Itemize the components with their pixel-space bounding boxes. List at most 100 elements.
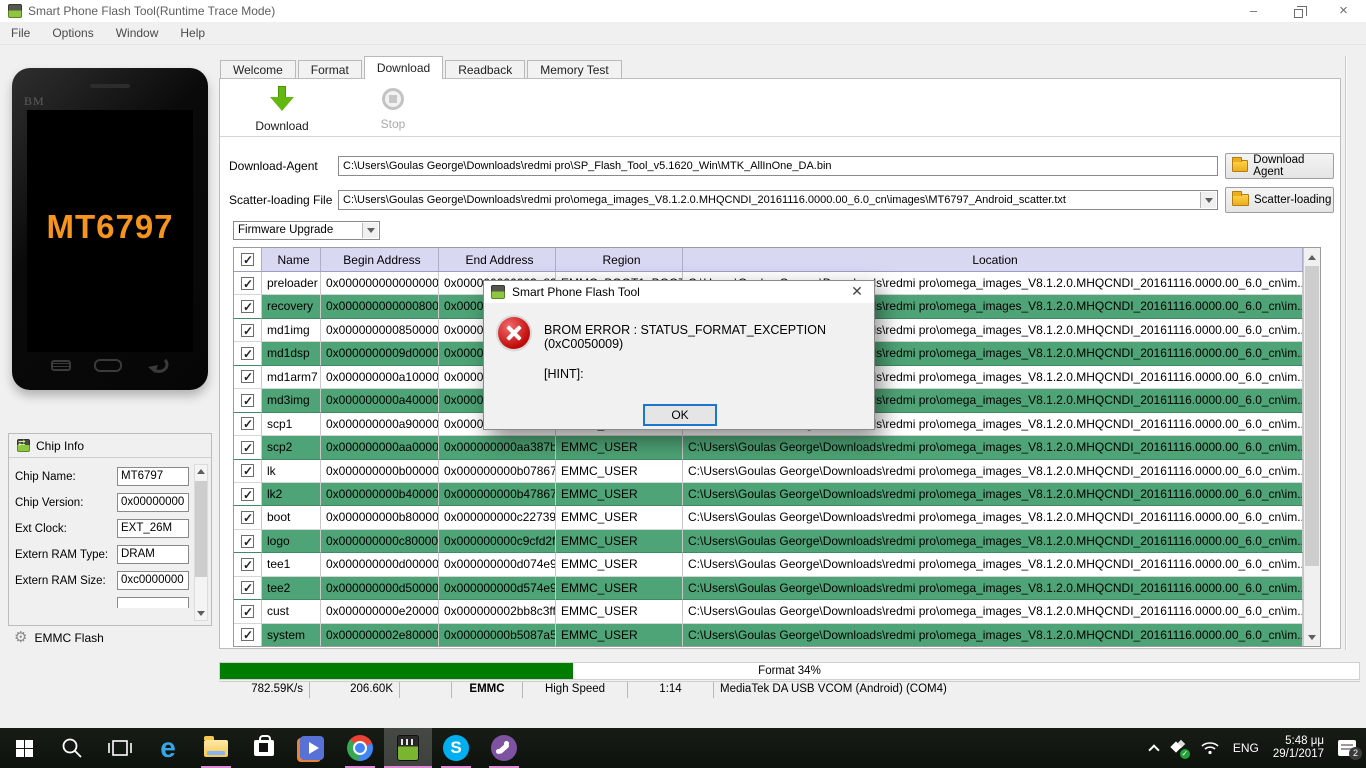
chip-field-value[interactable]: 0xc0000000 xyxy=(117,571,189,590)
minimize-button[interactable]: – xyxy=(1231,0,1276,22)
tab-format[interactable]: Format xyxy=(298,60,362,79)
table-row-cust[interactable]: cust0x000000000e2000000x000000002bb8c3ff… xyxy=(234,600,1303,623)
scroll-up-icon[interactable] xyxy=(195,465,207,478)
row-checkbox[interactable] xyxy=(234,295,262,318)
menu-help[interactable]: Help xyxy=(169,22,216,40)
folder-icon xyxy=(1232,160,1248,172)
tab-welcome[interactable]: Welcome xyxy=(220,60,296,79)
row-checkbox[interactable] xyxy=(234,553,262,576)
notification-icon[interactable]: 2 xyxy=(1338,740,1356,756)
chip-field-value[interactable]: EXT_26M xyxy=(117,519,189,538)
cell-end-address: 0x000000000d574e9f xyxy=(439,577,556,600)
table-row-lk2[interactable]: lk20x000000000b4000000x000000000b47867fE… xyxy=(234,483,1303,506)
sync-tray-icon[interactable]: ✓ xyxy=(1172,741,1187,756)
row-checkbox[interactable] xyxy=(234,530,262,553)
col-header-location[interactable]: Location xyxy=(683,248,1303,272)
tab-download[interactable]: Download xyxy=(364,56,443,79)
chevron-down-icon[interactable] xyxy=(1200,192,1216,208)
dialog-close-button[interactable]: ✕ xyxy=(840,281,874,303)
select-all-checkbox[interactable] xyxy=(234,248,262,272)
cell-end-address: 0x00000000b5087a5b xyxy=(439,624,556,646)
chip-info-header[interactable]: Chip Info xyxy=(9,434,211,458)
scrollbar-thumb[interactable] xyxy=(195,481,207,577)
chrome-button[interactable] xyxy=(336,728,384,768)
task-view-button[interactable] xyxy=(96,728,144,768)
chip-field-value[interactable]: DRAM xyxy=(117,545,189,564)
close-button[interactable]: × xyxy=(1321,0,1366,22)
col-header-end[interactable]: End Address xyxy=(439,248,556,272)
error-icon xyxy=(498,317,530,349)
col-header-region[interactable]: Region xyxy=(556,248,683,272)
row-checkbox[interactable] xyxy=(234,366,262,389)
col-header-name[interactable]: Name xyxy=(262,248,321,272)
row-checkbox[interactable] xyxy=(234,624,262,646)
skype-button[interactable]: S xyxy=(432,728,480,768)
row-checkbox[interactable] xyxy=(234,319,262,342)
dialog-title-bar[interactable]: Smart Phone Flash Tool ✕ xyxy=(484,281,874,303)
ok-button[interactable]: OK xyxy=(643,404,717,426)
chip-field-value[interactable]: 0x00000000 xyxy=(117,493,189,512)
row-checkbox[interactable] xyxy=(234,389,262,412)
row-checkbox[interactable] xyxy=(234,272,262,295)
flash-mode-select[interactable]: Firmware Upgrade xyxy=(233,221,380,240)
file-explorer-button[interactable] xyxy=(192,728,240,768)
table-scrollbar[interactable] xyxy=(1303,248,1320,646)
store-button[interactable] xyxy=(240,728,288,768)
movies-tv-button[interactable] xyxy=(288,728,336,768)
table-row-boot[interactable]: boot0x000000000b8000000x000000000c22739f… xyxy=(234,506,1303,529)
menu-window[interactable]: Window xyxy=(105,22,170,40)
flash-tool-taskbar-button[interactable] xyxy=(384,728,432,768)
table-row-logo[interactable]: logo0x000000000c8000000x000000000c9cfd2f… xyxy=(234,530,1303,553)
restore-button[interactable] xyxy=(1276,0,1321,22)
menu-options[interactable]: Options xyxy=(41,22,104,40)
table-row-scp2[interactable]: scp20x000000000aa000000x000000000aa387bf… xyxy=(234,436,1303,459)
chevron-down-icon[interactable] xyxy=(362,223,378,238)
search-button[interactable] xyxy=(48,728,96,768)
col-header-begin[interactable]: Begin Address xyxy=(321,248,439,272)
table-row-lk[interactable]: lk0x000000000b0000000x000000000b07867fEM… xyxy=(234,460,1303,483)
scatter-file-combobox[interactable]: C:\Users\Goulas George\Downloads\redmi p… xyxy=(338,190,1218,210)
clock[interactable]: 5:48 μμ 29/1/2017 xyxy=(1273,735,1324,761)
scroll-down-icon[interactable] xyxy=(195,607,207,620)
phone-nav-buttons xyxy=(12,354,208,376)
scatter-browse-button[interactable]: Scatter-loading xyxy=(1225,187,1334,213)
row-checkbox[interactable] xyxy=(234,483,262,506)
tray-date: 29/1/2017 xyxy=(1273,748,1324,760)
chip-info-scrollbar[interactable] xyxy=(194,464,208,621)
chip-info-row: Extern RAM Size:0xc0000000 xyxy=(15,570,189,596)
row-checkbox[interactable] xyxy=(234,577,262,600)
row-checkbox[interactable] xyxy=(234,413,262,436)
table-row-tee1[interactable]: tee10x000000000d0000000x000000000d074e9f… xyxy=(234,553,1303,576)
viber-button[interactable] xyxy=(480,728,528,768)
row-checkbox[interactable] xyxy=(234,436,262,459)
wifi-icon[interactable] xyxy=(1201,741,1219,755)
tray-expand-icon[interactable] xyxy=(1148,744,1159,755)
start-button[interactable] xyxy=(0,728,48,768)
scrollbar-thumb[interactable] xyxy=(1305,266,1319,566)
table-row-system[interactable]: system0x000000002e8000000x00000000b5087a… xyxy=(234,624,1303,646)
row-checkbox[interactable] xyxy=(234,460,262,483)
download-agent-input[interactable]: C:\Users\Goulas George\Downloads\redmi p… xyxy=(338,156,1218,176)
emmc-flash-section[interactable]: ⚙ EMMC Flash xyxy=(14,630,104,645)
chip-field-value[interactable]: MT6797 xyxy=(117,467,189,486)
stop-button[interactable]: Stop xyxy=(348,86,438,131)
checkbox-checked-icon xyxy=(241,488,254,501)
menu-file[interactable]: File xyxy=(0,22,41,40)
edge-button[interactable]: e xyxy=(144,728,192,768)
cell-name: boot xyxy=(262,506,321,529)
tab-readback[interactable]: Readback xyxy=(445,60,525,79)
scroll-up-icon[interactable] xyxy=(1304,249,1320,265)
checkbox-checked-icon xyxy=(241,394,254,407)
flash-tool-icon xyxy=(397,735,419,761)
download-agent-browse-button[interactable]: Download Agent xyxy=(1225,153,1334,179)
row-checkbox[interactable] xyxy=(234,506,262,529)
cell-begin-address: 0x000000000b000000 xyxy=(321,460,439,483)
language-indicator[interactable]: ENG xyxy=(1233,741,1259,755)
download-button[interactable]: Download xyxy=(237,86,327,133)
scroll-down-icon[interactable] xyxy=(1304,629,1320,645)
viber-icon xyxy=(491,735,517,761)
tab-memory-test[interactable]: Memory Test xyxy=(527,60,621,79)
row-checkbox[interactable] xyxy=(234,600,262,623)
table-row-tee2[interactable]: tee20x000000000d5000000x000000000d574e9f… xyxy=(234,577,1303,600)
row-checkbox[interactable] xyxy=(234,342,262,365)
